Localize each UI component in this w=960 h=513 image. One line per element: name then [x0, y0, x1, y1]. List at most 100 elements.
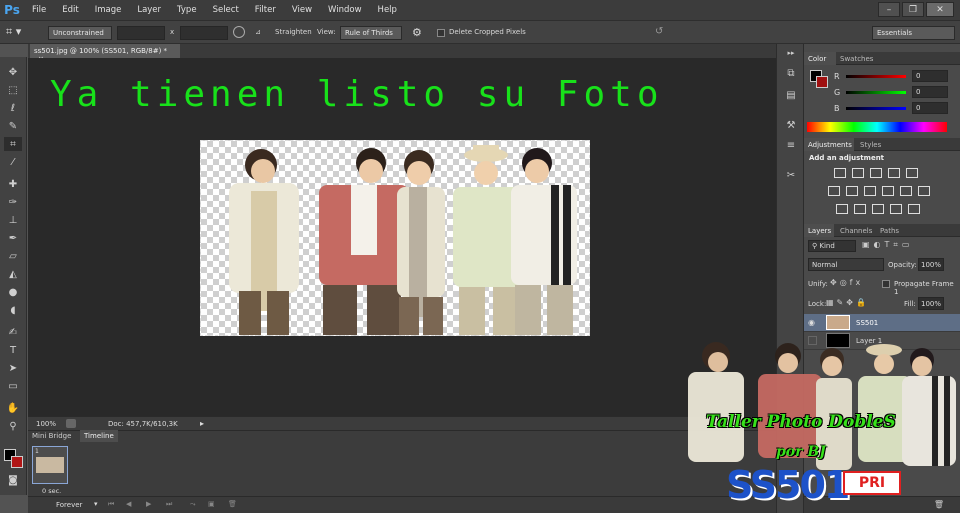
color-spectrum-bar[interactable] [807, 122, 947, 132]
next-frame-icon[interactable]: ⏭ [166, 500, 172, 509]
layer-name[interactable]: SS501 [856, 319, 878, 327]
selective-color-icon[interactable] [908, 204, 920, 214]
close-button[interactable]: ✕ [926, 2, 954, 17]
hue-saturation-icon[interactable] [828, 186, 840, 196]
levels-icon[interactable] [852, 168, 864, 178]
workspace-select[interactable]: Essentials [872, 26, 955, 40]
reset-icon[interactable]: ↺ [655, 26, 663, 37]
frame-delay[interactable]: 0 sec. [42, 487, 61, 495]
tween-icon[interactable]: ⤳ [190, 500, 196, 509]
cropped-photo[interactable] [200, 140, 590, 336]
ratio-select[interactable]: Unconstrained [48, 26, 112, 40]
marquee-tool-icon[interactable]: ⬚ [4, 83, 22, 97]
visibility-eye-icon[interactable]: ◉ [808, 318, 815, 327]
menu-type[interactable]: Type [169, 0, 205, 20]
color-lookup-icon[interactable] [918, 186, 930, 196]
black-white-icon[interactable] [864, 186, 876, 196]
vibrance-icon[interactable] [906, 168, 918, 178]
collapse-icon[interactable]: ▸▸ [783, 46, 799, 60]
dodge-tool-icon[interactable]: ◖ [4, 303, 22, 317]
play-icon[interactable]: ▶ [146, 500, 151, 508]
status-menu-icon[interactable] [66, 419, 76, 428]
duplicate-frame-icon[interactable]: ▣ [208, 500, 215, 508]
loop-dropdown-icon[interactable]: ▾ [94, 500, 98, 508]
tab-color[interactable]: Color [804, 52, 836, 65]
width-input[interactable] [117, 26, 165, 40]
blur-tool-icon[interactable]: ● [4, 285, 22, 299]
menu-image[interactable]: Image [87, 0, 130, 20]
history-panel-icon[interactable]: ⧉ [783, 66, 799, 80]
color-slider-g[interactable]: G 0 [808, 86, 958, 98]
hand-tool-icon[interactable]: ✋ [4, 401, 22, 415]
color-balance-icon[interactable] [846, 186, 858, 196]
crop-handle-bottom-left[interactable] [201, 330, 206, 335]
menu-edit[interactable]: Edit [54, 0, 86, 20]
minimize-button[interactable]: – [878, 2, 900, 17]
menu-help[interactable]: Help [370, 0, 405, 20]
brush-tool-icon[interactable]: ✑ [4, 195, 22, 209]
healing-brush-icon[interactable]: ✚ [4, 177, 22, 191]
lasso-tool-icon[interactable]: ℓ [4, 101, 22, 115]
b-value[interactable]: 0 [912, 102, 948, 114]
height-input[interactable] [180, 26, 228, 40]
tool-presets-icon[interactable]: ✂ [783, 168, 799, 182]
b-track[interactable] [846, 107, 906, 110]
threshold-icon[interactable] [872, 204, 884, 214]
photo-filter-icon[interactable] [882, 186, 894, 196]
crop-handle-top-left[interactable] [201, 141, 206, 146]
prev-frame-icon[interactable]: ◀ [126, 500, 131, 508]
overlay-select[interactable]: Rule of Thirds [340, 26, 402, 40]
loop-select[interactable]: Forever [56, 501, 82, 509]
layer-filter-select[interactable]: ⚲ Kind [808, 240, 856, 252]
tab-timeline[interactable]: Timeline [80, 430, 118, 442]
color-slider-r[interactable]: R 0 [808, 70, 958, 82]
clear-rotate-icon[interactable] [233, 26, 245, 38]
history-brush-icon[interactable]: ✒ [4, 231, 22, 245]
layer-row-ss501[interactable]: ◉ SS501 [804, 314, 960, 332]
animation-frame-1[interactable]: 1 [32, 446, 68, 484]
unify-icons[interactable]: ✥◎fx [830, 278, 863, 287]
quick-select-tool-icon[interactable]: ✎ [4, 119, 22, 133]
exposure-icon[interactable] [888, 168, 900, 178]
properties-panel-icon[interactable]: ▤ [783, 88, 799, 102]
rectangle-tool-icon[interactable]: ▭ [4, 379, 22, 393]
pen-tool-icon[interactable]: ✍ [4, 325, 22, 339]
tab-styles[interactable]: Styles [856, 138, 886, 151]
curves-icon[interactable] [870, 168, 882, 178]
type-tool-icon[interactable]: T [4, 343, 22, 357]
brightness-icon[interactable] [834, 168, 846, 178]
tab-channels[interactable]: Channels [836, 224, 876, 237]
move-tool-icon[interactable]: ✥ [4, 65, 22, 79]
quick-mask-icon[interactable]: ◙ [4, 473, 22, 487]
menu-select[interactable]: Select [205, 0, 247, 20]
document-tab[interactable]: ss501.jpg @ 100% (SS501, RGB/8#) * × [30, 44, 180, 63]
gradient-map-icon[interactable] [890, 204, 902, 214]
gear-icon[interactable]: ⚙ [412, 26, 422, 39]
zoom-level[interactable]: 100% [36, 420, 56, 428]
lock-icons[interactable]: ▦✎✥🔒 [826, 298, 869, 307]
posterize-icon[interactable] [854, 204, 866, 214]
status-arrow-icon[interactable]: ▸ [200, 419, 204, 428]
r-value[interactable]: 0 [912, 70, 948, 82]
menu-view[interactable]: View [284, 0, 320, 20]
crop-handle-bottom-right[interactable] [584, 330, 589, 335]
delete-cropped-checkbox[interactable] [437, 29, 445, 37]
menu-window[interactable]: Window [320, 0, 370, 20]
tab-paths[interactable]: Paths [876, 224, 906, 237]
r-track[interactable] [846, 75, 906, 78]
zoom-tool-icon[interactable]: ⚲ [4, 419, 22, 433]
tab-mini-bridge[interactable]: Mini Bridge [28, 430, 78, 442]
layer-filter-icons[interactable]: ▣◐T⌗▭ [862, 240, 954, 252]
straighten-label[interactable]: Straighten [275, 28, 312, 36]
opacity-input[interactable]: 100% [918, 258, 944, 271]
g-track[interactable] [846, 91, 906, 94]
first-frame-icon[interactable]: ⏮ [108, 500, 114, 509]
eyedropper-tool-icon[interactable]: ⁄ [4, 155, 22, 169]
blend-mode-select[interactable]: Normal [808, 258, 884, 271]
g-value[interactable]: 0 [912, 86, 948, 98]
invert-icon[interactable] [836, 204, 848, 214]
channel-mixer-icon[interactable] [900, 186, 912, 196]
delete-frame-icon[interactable]: 🗑 [228, 500, 237, 508]
menu-layer[interactable]: Layer [129, 0, 169, 20]
color-slider-b[interactable]: B 0 [808, 102, 958, 114]
